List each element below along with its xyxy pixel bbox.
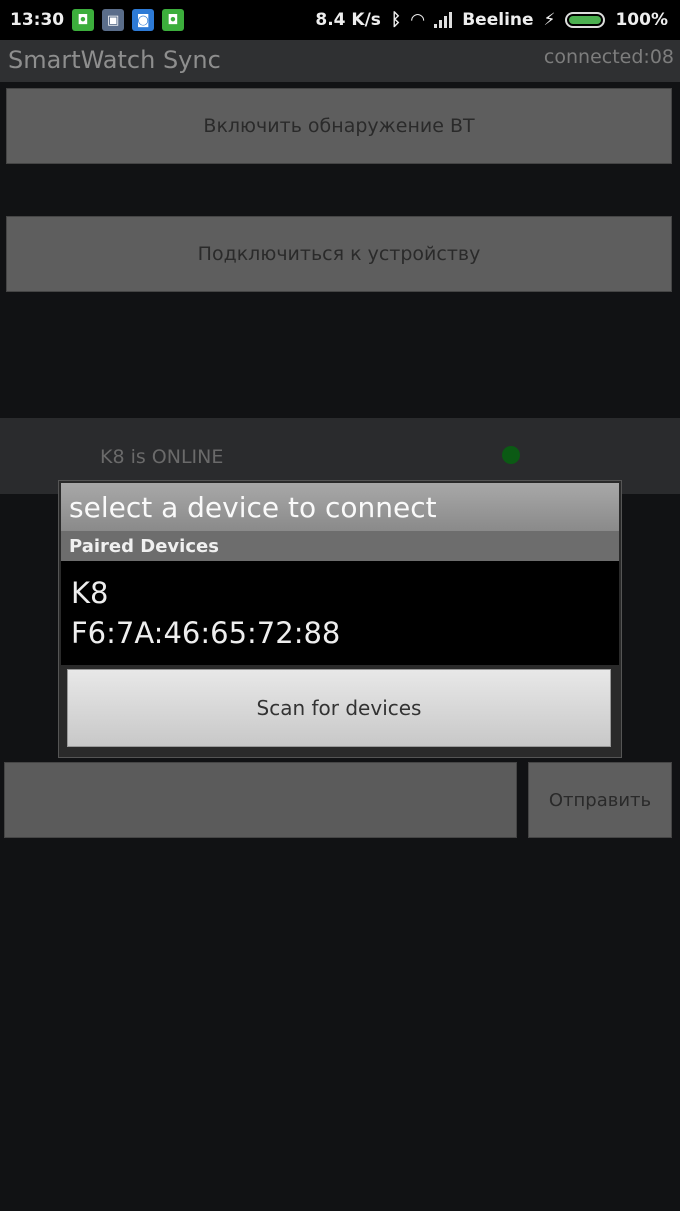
carrier-name: Beeline xyxy=(462,10,534,30)
app-notification-icon: ◘ xyxy=(162,9,185,31)
signal-icon xyxy=(434,12,453,28)
send-button[interactable]: Отправить xyxy=(528,762,672,838)
connect-device-label: Подключиться к устройству xyxy=(197,243,481,265)
bluetooth-icon: ᛒ xyxy=(390,10,402,30)
send-label: Отправить xyxy=(548,789,652,811)
status-time: 13:30 xyxy=(10,10,65,30)
paired-devices-list: K8 F6:7A:46:65:72:88 xyxy=(61,561,619,665)
enable-bt-discovery-button[interactable]: Включить обнаружение BT xyxy=(6,88,672,164)
message-input[interactable] xyxy=(4,762,517,838)
gallery-notification-icon: ▣ xyxy=(102,9,125,31)
battery-icon xyxy=(565,12,606,28)
list-item[interactable]: K8 F6:7A:46:65:72:88 xyxy=(71,573,340,653)
device-name: K8 xyxy=(71,576,109,610)
connection-status: connected:08 xyxy=(543,46,674,68)
scan-for-devices-label: Scan for devices xyxy=(256,696,422,720)
wifi-icon: ◠ xyxy=(411,10,425,30)
battery-percent: 100% xyxy=(615,10,668,30)
device-address: F6:7A:46:65:72:88 xyxy=(71,616,341,650)
messenger-notification-icon: ◙ xyxy=(132,9,155,31)
connect-device-button[interactable]: Подключиться к устройству xyxy=(6,216,672,292)
online-indicator-icon xyxy=(502,446,520,464)
app-title-bar: SmartWatch Sync connected:08 xyxy=(0,40,680,82)
device-picker-dialog: select a device to connect Paired Device… xyxy=(58,480,622,758)
status-bar: 13:30 ◘ ▣ ◙ ◘ 8.4 K/s ᛒ ◠ Beeline ⚡ 100% xyxy=(0,0,680,40)
net-speed: 8.4 K/s xyxy=(315,10,381,30)
enable-bt-discovery-label: Включить обнаружение BT xyxy=(203,115,475,137)
app-title: SmartWatch Sync xyxy=(8,46,221,74)
charging-icon: ⚡ xyxy=(543,10,556,30)
scan-for-devices-button[interactable]: Scan for devices xyxy=(67,669,611,747)
device-status-text: K8 is ONLINE xyxy=(100,446,224,468)
app-notification-icon: ◘ xyxy=(72,9,95,31)
paired-devices-header: Paired Devices xyxy=(61,531,619,561)
dialog-title: select a device to connect xyxy=(61,483,619,531)
